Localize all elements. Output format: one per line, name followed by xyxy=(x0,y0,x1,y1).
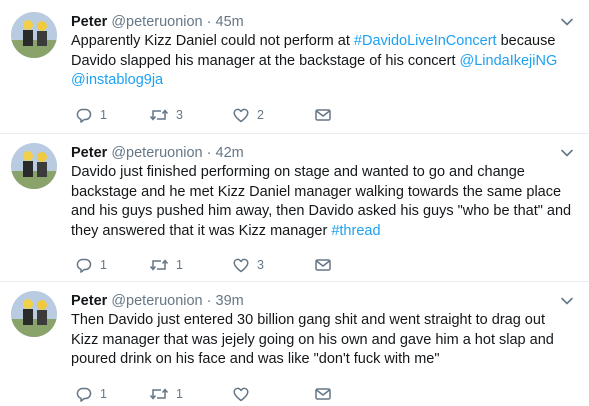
retweet-icon xyxy=(149,106,169,124)
chevron-down-icon[interactable] xyxy=(560,146,574,160)
reply-icon xyxy=(75,256,93,274)
separator-dot: · xyxy=(206,293,212,309)
reply-count: 1 xyxy=(100,258,107,272)
author-handle[interactable]: @peteruonion xyxy=(111,14,202,30)
reply-button[interactable]: 1 xyxy=(75,255,107,275)
separator-dot: · xyxy=(206,14,212,30)
mention-link[interactable]: @instablog9ja xyxy=(71,72,163,88)
hashtag-link[interactable]: #DavidoLiveInConcert xyxy=(354,33,497,49)
like-icon xyxy=(232,385,250,403)
timestamp[interactable]: 39m xyxy=(216,293,244,309)
dm-icon xyxy=(314,256,332,274)
retweet-icon xyxy=(149,256,169,274)
like-count: 3 xyxy=(257,258,264,272)
reply-button[interactable]: 1 xyxy=(75,105,107,125)
timestamp[interactable]: 45m xyxy=(216,14,244,30)
separator-dot: · xyxy=(206,145,212,161)
tweet-text: Davido just finished performing on stage… xyxy=(71,163,576,241)
retweet-count: 1 xyxy=(176,387,183,401)
hashtag-link[interactable]: #thread xyxy=(331,223,380,239)
tweet-text: Then Davido just entered 30 billion gang… xyxy=(71,312,554,367)
like-button[interactable] xyxy=(232,384,257,404)
author-name[interactable]: Peter xyxy=(71,293,107,309)
tweet-header: Peter @peteruonion · 39m xyxy=(71,291,244,311)
tweet-text-part: Apparently Kizz Daniel could not perform… xyxy=(71,33,354,49)
author-handle[interactable]: @peteruonion xyxy=(111,293,202,309)
chevron-down-icon[interactable] xyxy=(560,15,574,29)
avatar[interactable] xyxy=(11,291,57,337)
reply-icon xyxy=(75,106,93,124)
timestamp[interactable]: 42m xyxy=(216,145,244,161)
author-name[interactable]: Peter xyxy=(71,145,107,161)
tweet-actions: 1 1 xyxy=(71,384,371,404)
tweet-thread: Peter @peteruonion · 45m Apparently Kizz… xyxy=(0,0,589,406)
like-button[interactable]: 2 xyxy=(232,105,264,125)
reply-button[interactable]: 1 xyxy=(75,384,107,404)
retweet-button[interactable]: 1 xyxy=(149,384,183,404)
retweet-icon xyxy=(149,385,169,403)
tweet-header: Peter @peteruonion · 42m xyxy=(71,143,244,163)
direct-message-button[interactable] xyxy=(314,384,332,404)
retweet-count: 3 xyxy=(176,108,183,122)
author-name[interactable]: Peter xyxy=(71,14,107,30)
like-count: 2 xyxy=(257,108,264,122)
retweet-count: 1 xyxy=(176,258,183,272)
reply-count: 1 xyxy=(100,108,107,122)
direct-message-button[interactable] xyxy=(314,105,332,125)
chevron-down-icon[interactable] xyxy=(560,294,574,308)
divider xyxy=(0,281,589,282)
direct-message-button[interactable] xyxy=(314,255,332,275)
like-icon xyxy=(232,106,250,124)
tweet-text-part: Davido just finished performing on stage… xyxy=(71,164,572,239)
reply-icon xyxy=(75,385,93,403)
dm-icon xyxy=(314,106,332,124)
tweet-actions: 1 1 3 xyxy=(71,255,371,275)
retweet-button[interactable]: 1 xyxy=(149,255,183,275)
tweet-text: Apparently Kizz Daniel could not perform… xyxy=(71,32,576,91)
avatar[interactable] xyxy=(11,143,57,189)
dm-icon xyxy=(314,385,332,403)
reply-count: 1 xyxy=(100,387,107,401)
divider xyxy=(0,133,589,134)
tweet-header: Peter @peteruonion · 45m xyxy=(71,12,244,32)
like-icon xyxy=(232,256,250,274)
retweet-button[interactable]: 3 xyxy=(149,105,183,125)
mention-link[interactable]: @LindaIkejiNG xyxy=(460,53,558,69)
avatar[interactable] xyxy=(11,12,57,58)
author-handle[interactable]: @peteruonion xyxy=(111,145,202,161)
tweet-actions: 1 3 2 xyxy=(71,105,371,125)
like-button[interactable]: 3 xyxy=(232,255,264,275)
